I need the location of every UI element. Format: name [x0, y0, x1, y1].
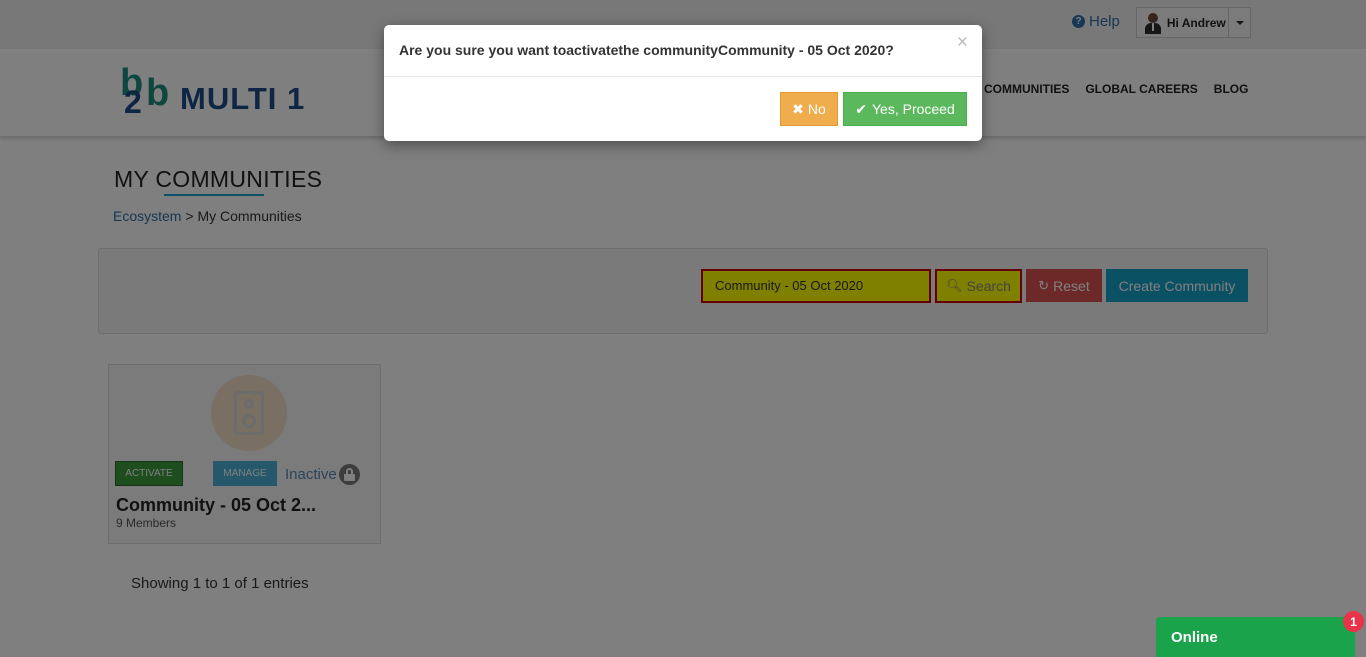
close-icon[interactable]: ×	[957, 32, 968, 54]
no-button-label: No	[807, 101, 826, 117]
yes-button-label: Yes, Proceed	[871, 101, 955, 117]
dialog-header: Are you sure you want toactivatethe comm…	[384, 25, 982, 77]
chat-label: Online	[1171, 629, 1218, 646]
dialog-title: Are you sure you want toactivatethe comm…	[399, 42, 894, 58]
confirm-dialog: Are you sure you want toactivatethe comm…	[384, 25, 982, 141]
online-chat-widget[interactable]: Online	[1156, 617, 1355, 657]
check-icon: ✔	[855, 100, 867, 117]
x-icon: ✖	[792, 100, 804, 117]
no-button[interactable]: ✖ No	[780, 92, 838, 126]
chat-notification-badge: 1	[1343, 611, 1364, 632]
yes-proceed-button[interactable]: ✔ Yes, Proceed	[843, 92, 967, 126]
